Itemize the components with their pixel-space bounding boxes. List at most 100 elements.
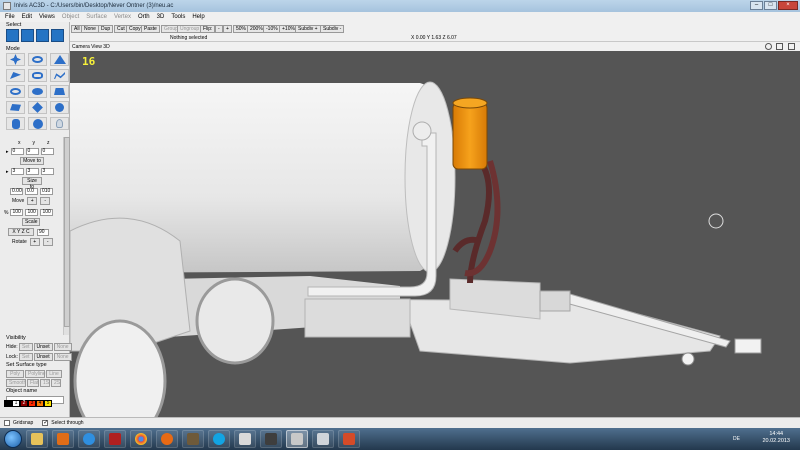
start-button[interactable]	[4, 430, 22, 448]
pos-y-field[interactable]: 0	[25, 148, 39, 155]
mode-box-button[interactable]	[28, 101, 47, 114]
size-y-field[interactable]: 3	[25, 168, 39, 175]
taskbar-app-6[interactable]	[338, 430, 360, 448]
mode-light-button[interactable]	[50, 117, 69, 130]
size-to-button[interactable]: Size to	[22, 177, 42, 190]
select-vertex-button[interactable]	[51, 29, 64, 42]
scale-z-field[interactable]: 100	[40, 209, 54, 216]
close-button[interactable]: ×	[778, 1, 798, 10]
menu-3d[interactable]: 3D	[157, 14, 165, 20]
size-z-field[interactable]: 3	[40, 168, 54, 175]
pos-z-field[interactable]: 0	[40, 148, 54, 155]
menu-tools[interactable]: Tools	[171, 14, 185, 20]
taskbar-media[interactable]	[52, 430, 74, 448]
surface-poly-button[interactable]: Poly	[6, 370, 24, 378]
select-through-checkbox[interactable]	[42, 419, 48, 426]
3d-viewport[interactable]: 16	[70, 51, 800, 417]
palette-swatch-4[interactable]: 4	[36, 400, 44, 407]
system-clock[interactable]: 14:44 20.02.2013	[762, 431, 790, 445]
taskbar-app-3[interactable]	[234, 430, 256, 448]
mode-vertex-button[interactable]	[6, 69, 25, 82]
maximize-view-icon[interactable]	[788, 43, 795, 50]
language-indicator[interactable]: DE	[733, 436, 740, 442]
palette-swatch-5[interactable]: 5	[44, 400, 52, 407]
menu-surface[interactable]: Surface	[86, 14, 107, 20]
zoom-plus-button[interactable]: +	[223, 25, 232, 33]
grid-toggle-icon[interactable]	[776, 43, 783, 50]
lock-none-button[interactable]: None	[53, 353, 72, 361]
flip-button[interactable]: Flip:	[200, 25, 216, 33]
taskbar-ac3d[interactable]	[286, 430, 308, 448]
camera-icon[interactable]	[765, 43, 772, 50]
menu-object[interactable]: Object	[62, 14, 79, 20]
mode-curve-button[interactable]	[28, 69, 47, 82]
taskbar-explorer[interactable]	[26, 430, 48, 448]
mode-rotate-button[interactable]	[28, 53, 47, 66]
scale-button[interactable]: Scale	[22, 218, 40, 226]
subdiv-plus-button[interactable]: Subdiv +	[295, 25, 321, 33]
taskbar-firefox[interactable]	[156, 430, 178, 448]
panel-scrollbar[interactable]	[63, 137, 70, 335]
zoom-minus-button[interactable]: -	[215, 25, 223, 33]
menu-file[interactable]: File	[5, 14, 15, 20]
mode-mesh-button[interactable]	[6, 101, 25, 114]
hide-none-button[interactable]: None	[53, 343, 72, 351]
select-none-button[interactable]: None	[81, 25, 99, 33]
rotate-axis-selector[interactable]: X Y Z C	[8, 228, 34, 236]
paste-button[interactable]: Paste	[141, 25, 160, 33]
surface-flat-button[interactable]: Flat	[27, 379, 39, 387]
move-plus-button[interactable]: +	[27, 197, 38, 205]
surface-line-button[interactable]: Line	[46, 370, 62, 378]
taskbar-app-1[interactable]	[104, 430, 126, 448]
hide-set-button[interactable]: Set	[19, 343, 33, 351]
taskbar-app-4[interactable]	[260, 430, 282, 448]
lock-unset-button[interactable]: Unset	[33, 353, 53, 361]
size-x-field[interactable]: 3	[10, 168, 24, 175]
scrollbar-thumb[interactable]	[64, 137, 70, 327]
select-surface-button[interactable]	[36, 29, 49, 42]
move-x-field[interactable]: 0.00	[10, 188, 23, 195]
move-minus-button[interactable]: -	[40, 197, 51, 205]
mode-move-button[interactable]	[6, 53, 25, 66]
rotate-angle-field[interactable]: 90	[37, 228, 49, 236]
lock-set-button[interactable]: Set	[19, 353, 33, 361]
pos-x-field[interactable]: 0	[10, 148, 24, 155]
mode-camera-button[interactable]	[50, 53, 69, 66]
mode-ball-button[interactable]	[28, 117, 47, 130]
menu-orth[interactable]: Orth	[138, 14, 150, 20]
taskbar-chrome[interactable]	[130, 430, 152, 448]
ungroup-button[interactable]: Ungroup	[177, 25, 203, 33]
select-object-button[interactable]	[21, 29, 34, 42]
move-to-button[interactable]: Move to	[20, 157, 44, 165]
surface-1s-button[interactable]: 1S	[40, 379, 50, 387]
taskbar-app-5[interactable]	[312, 430, 334, 448]
mode-sphere-button[interactable]	[50, 101, 69, 114]
minimize-button[interactable]: –	[750, 1, 763, 10]
palette-swatch-3[interactable]: 3	[28, 400, 36, 407]
move-y-field[interactable]: 0.0	[25, 188, 38, 195]
subdiv-minus-button[interactable]: Subdiv -	[320, 25, 345, 33]
menu-vertex[interactable]: Vertex	[114, 14, 131, 20]
rotate-minus-button[interactable]: -	[42, 238, 53, 246]
surface-smooth-button[interactable]: Smooth	[6, 379, 26, 387]
hide-unset-button[interactable]: Unset	[33, 343, 53, 351]
palette-swatch-2[interactable]: 2	[20, 400, 28, 407]
surface-2s-button[interactable]: 2S	[51, 379, 61, 387]
surface-polyline-button[interactable]: Polyline	[25, 370, 46, 378]
select-group-button[interactable]	[6, 29, 19, 42]
mode-cylinder-button[interactable]	[6, 117, 25, 130]
gridsnap-checkbox[interactable]	[4, 420, 10, 426]
palette-swatch-black[interactable]	[4, 400, 12, 407]
taskbar-ie[interactable]	[78, 430, 100, 448]
scale-x-field[interactable]: 100	[10, 209, 24, 216]
maximize-button[interactable]: □	[764, 1, 777, 10]
menu-help[interactable]: Help	[192, 14, 204, 20]
mode-rectangle-button[interactable]	[50, 85, 69, 98]
palette-swatch-1[interactable]: 1	[12, 400, 20, 407]
mode-polyline-button[interactable]	[50, 69, 69, 82]
duplicate-button[interactable]: Dup	[98, 25, 114, 33]
menu-edit[interactable]: Edit	[22, 14, 32, 20]
move-z-field[interactable]: 010	[40, 188, 53, 195]
mode-disk-button[interactable]	[28, 85, 47, 98]
taskbar-skype[interactable]	[208, 430, 230, 448]
